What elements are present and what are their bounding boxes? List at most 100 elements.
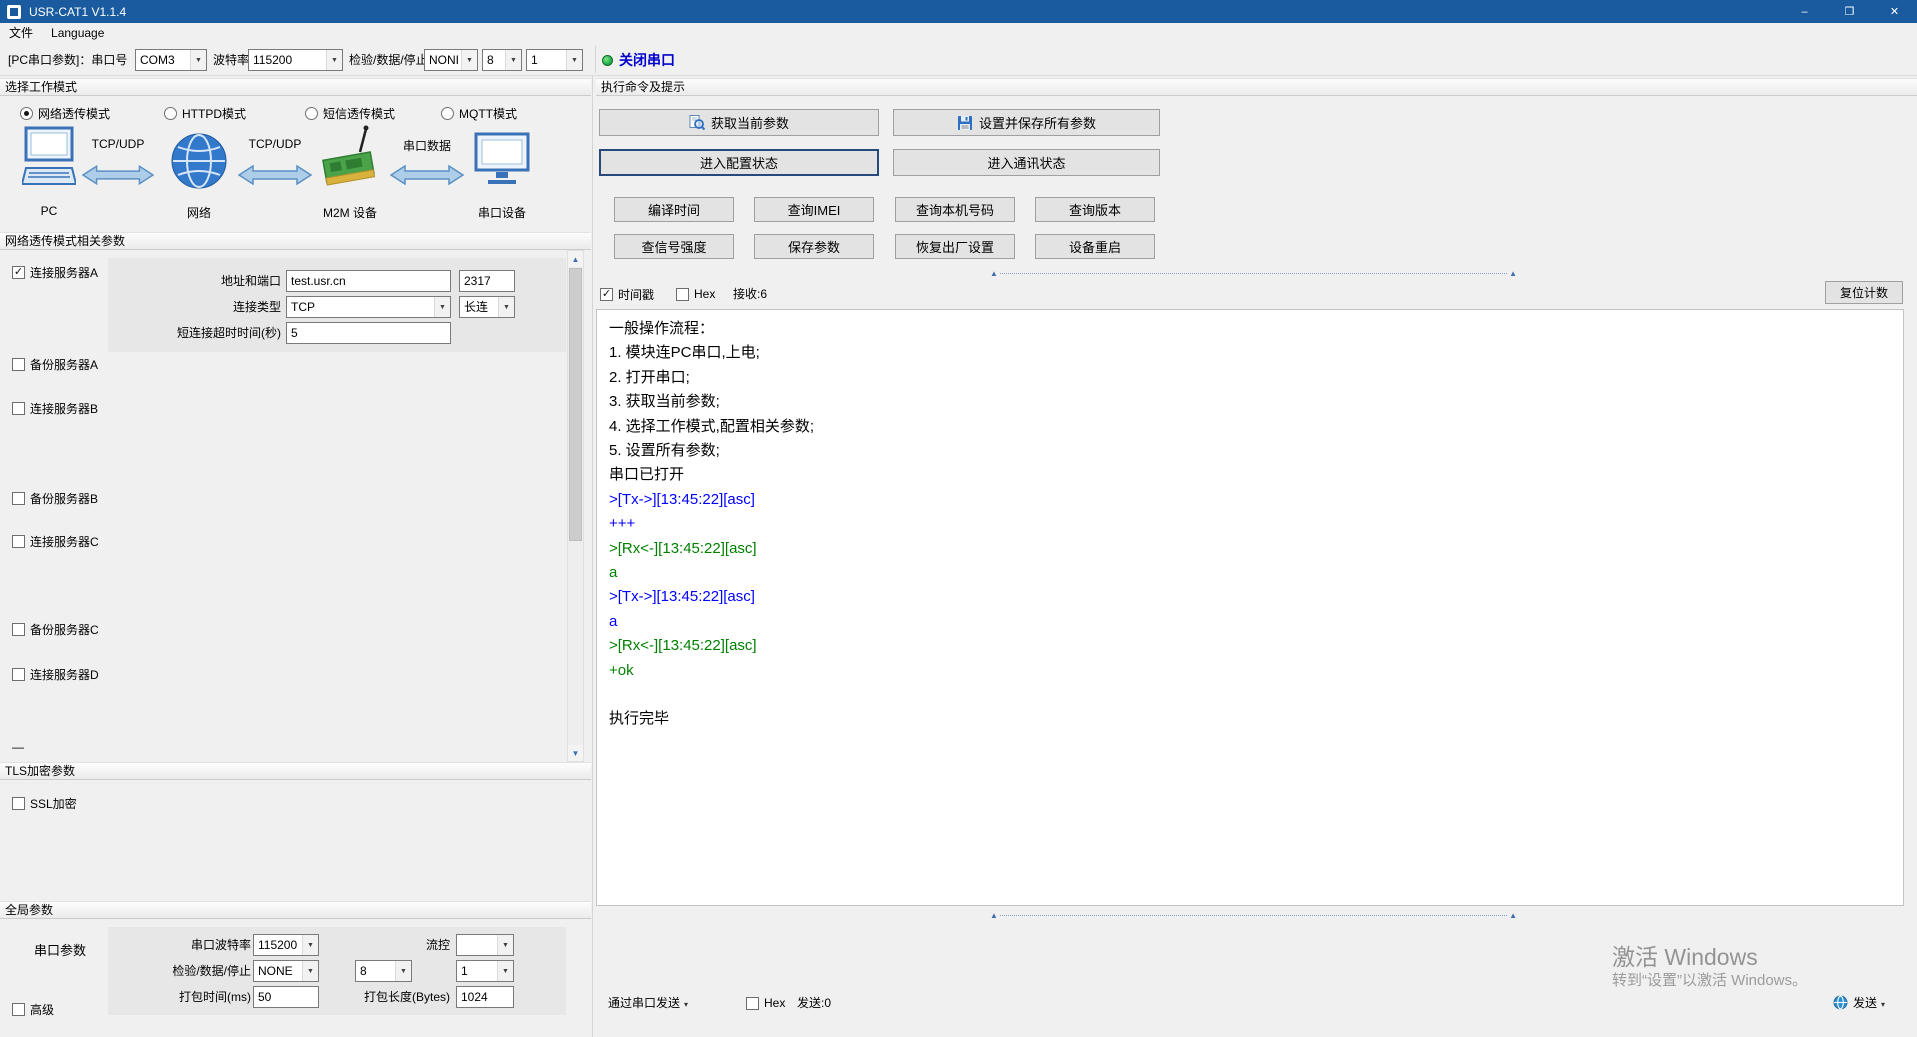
com-port-select[interactable]: COM3 ▼ (135, 49, 207, 71)
send-label: 发送 (1853, 996, 1877, 1010)
scroll-marker-icon[interactable]: ▲ (990, 269, 998, 279)
scroll-marker-icon[interactable]: ▲ (990, 911, 998, 921)
panel-splitter[interactable] (592, 76, 593, 1037)
log-top-scrollbar[interactable]: ▲ ▲ (990, 269, 1517, 279)
server-c-checkbox[interactable]: 连接服务器C (12, 533, 99, 549)
chevron-down-icon: ▼ (566, 50, 582, 70)
checkbox-icon (746, 997, 759, 1010)
conn-keep-select[interactable]: 长连 ▼ (459, 296, 515, 318)
send-mode-dropdown[interactable]: 通过串口发送▾ (608, 995, 688, 1011)
device-restart-button[interactable]: 设备重启 (1035, 234, 1155, 259)
backup-server-c-checkbox[interactable]: 备份服务器C (12, 621, 99, 637)
scrollbar-thumb[interactable] (569, 268, 582, 541)
close-port-button[interactable]: 关闭串口 (619, 49, 675, 71)
pc-icon (22, 126, 76, 190)
query-version-button[interactable]: 查询版本 (1035, 197, 1155, 222)
scroll-up-icon[interactable]: ▲ (568, 251, 583, 267)
activate-windows-watermark-sub: 转到“设置”以激活 Windows。 (1612, 969, 1807, 990)
menu-bar: 文件 Language (0, 23, 1917, 43)
flow-control-select[interactable]: ▼ (456, 934, 514, 956)
checkbox-label: 连接服务器C (30, 533, 99, 550)
pack-time-label: 打包时间(ms) (130, 986, 251, 1008)
server-b-checkbox[interactable]: 连接服务器B (12, 400, 98, 416)
radio-net-transparent-mode[interactable]: 网络透传模式 (20, 105, 110, 121)
log-line: 1. 模块连PC串口,上电; (609, 341, 1891, 365)
receive-hex-checkbox[interactable]: Hex (676, 286, 715, 302)
radio-label: MQTT模式 (459, 105, 517, 122)
advanced-checkbox[interactable]: 高级 (12, 1001, 54, 1017)
databits-select[interactable]: 8 ▼ (482, 49, 522, 71)
query-number-button[interactable]: 查询本机号码 (895, 197, 1015, 222)
backup-server-b-checkbox[interactable]: 备份服务器B (12, 490, 98, 506)
pack-length-input[interactable]: 1024 (456, 986, 514, 1008)
server-a-port-input[interactable]: 2317 (459, 270, 515, 292)
reset-count-button[interactable]: 复位计数 (1825, 281, 1903, 304)
timestamp-checkbox[interactable]: ✓ 时间戳 (600, 286, 654, 302)
serial-params-label: 串口参数 (34, 940, 86, 959)
link-label-tcpudp-2: TCP/UDP (238, 137, 312, 151)
ssl-checkbox[interactable]: SSL加密 (12, 795, 77, 811)
scroll-marker-icon[interactable]: ▲ (1509, 911, 1517, 921)
query-imei-button[interactable]: 查询IMEI (754, 197, 874, 222)
factory-reset-button[interactable]: 恢复出厂设置 (895, 234, 1015, 259)
scroll-marker-icon[interactable]: ▲ (1509, 269, 1517, 279)
get-params-button[interactable]: 获取当前参数 (599, 109, 879, 136)
menu-file[interactable]: 文件 (0, 23, 42, 43)
server-a-address-input[interactable]: test.usr.cn (286, 270, 451, 292)
receive-count: 接收:6 (733, 286, 767, 302)
radio-sms-mode[interactable]: 短信透传模式 (305, 105, 395, 121)
backup-server-a-checkbox[interactable]: 备份服务器A (12, 356, 98, 372)
chevron-down-icon: ▼ (395, 961, 411, 981)
chevron-down-icon: ▼ (302, 935, 318, 955)
close-icon[interactable]: ✕ (1872, 0, 1917, 23)
toolbar-separator (595, 46, 596, 73)
log-bottom-scrollbar[interactable]: ▲ ▲ (990, 911, 1517, 921)
serial-device-icon (472, 130, 532, 190)
server-a-checkbox[interactable]: ✓ 连接服务器A (12, 264, 98, 280)
query-signal-button[interactable]: 查信号强度 (614, 234, 734, 259)
log-output-area[interactable]: 一般操作流程： 1. 模块连PC串口,上电; 2. 打开串口; 3. 获取当前参… (596, 309, 1904, 906)
net-params-group-header: 网络透传模式相关参数 (0, 232, 591, 250)
global-stopbits-select[interactable]: 1 ▼ (456, 960, 514, 982)
checkbox-label: Hex (764, 996, 785, 1010)
minimize-icon[interactable]: – (1782, 0, 1827, 23)
set-save-params-button[interactable]: 设置并保存所有参数 (893, 109, 1160, 136)
checkbox-label: 备份服务器A (30, 356, 98, 373)
radio-httpd-mode[interactable]: HTTPD模式 (164, 105, 246, 121)
checkbox-label: 连接服务器D (30, 666, 99, 683)
global-databits-select[interactable]: 8 ▼ (355, 960, 412, 982)
magnifier-doc-icon (689, 115, 705, 131)
flow-control-label: 流控 (390, 934, 450, 956)
save-params-button[interactable]: 保存参数 (754, 234, 874, 259)
enter-config-button[interactable]: 进入配置状态 (599, 149, 879, 176)
checkbox-label: 连接服务器B (30, 400, 98, 417)
send-button[interactable]: 发送▾ (1853, 995, 1885, 1011)
log-line: 5. 设置所有参数; (609, 439, 1891, 463)
short-conn-timeout-input[interactable]: 5 (286, 322, 451, 344)
log-line: >[Tx->][13:45:22][asc] (609, 488, 1891, 512)
pack-time-input[interactable]: 50 (253, 986, 319, 1008)
maximize-icon[interactable]: ❐ (1827, 0, 1872, 23)
pack-length-label: 打包长度(Bytes) (330, 986, 450, 1008)
conn-type-select[interactable]: TCP ▼ (286, 296, 451, 318)
chevron-down-icon: ▾ (684, 1000, 688, 1009)
server-d-checkbox[interactable]: 连接服务器D (12, 666, 99, 682)
baud-select[interactable]: 115200 ▼ (248, 49, 343, 71)
conn-type-label: 连接类型 (150, 296, 281, 318)
global-baud-select[interactable]: 115200 ▼ (253, 934, 319, 956)
scroll-down-icon[interactable]: ▼ (568, 745, 583, 761)
node-label-serial-device: 串口设备 (468, 204, 536, 221)
global-parity-select[interactable]: NONE ▼ (253, 960, 319, 982)
enter-comm-button[interactable]: 进入通讯状态 (893, 149, 1160, 176)
checkbox-label: 高级 (30, 1001, 54, 1018)
stopbits-select[interactable]: 1 ▼ (526, 49, 583, 71)
send-hex-checkbox[interactable]: Hex (746, 995, 785, 1011)
radio-mqtt-mode[interactable]: MQTT模式 (441, 105, 517, 121)
menu-language[interactable]: Language (42, 23, 113, 43)
params-scrollbar[interactable]: ▲ ▼ (567, 250, 584, 762)
chevron-down-icon: ▼ (497, 961, 513, 981)
chevron-down-icon: ▼ (498, 297, 514, 317)
compile-time-button[interactable]: 编译时间 (614, 197, 734, 222)
parity-select[interactable]: NONI ▼ (424, 49, 478, 71)
checkbox-checked-icon: ✓ (600, 288, 613, 301)
